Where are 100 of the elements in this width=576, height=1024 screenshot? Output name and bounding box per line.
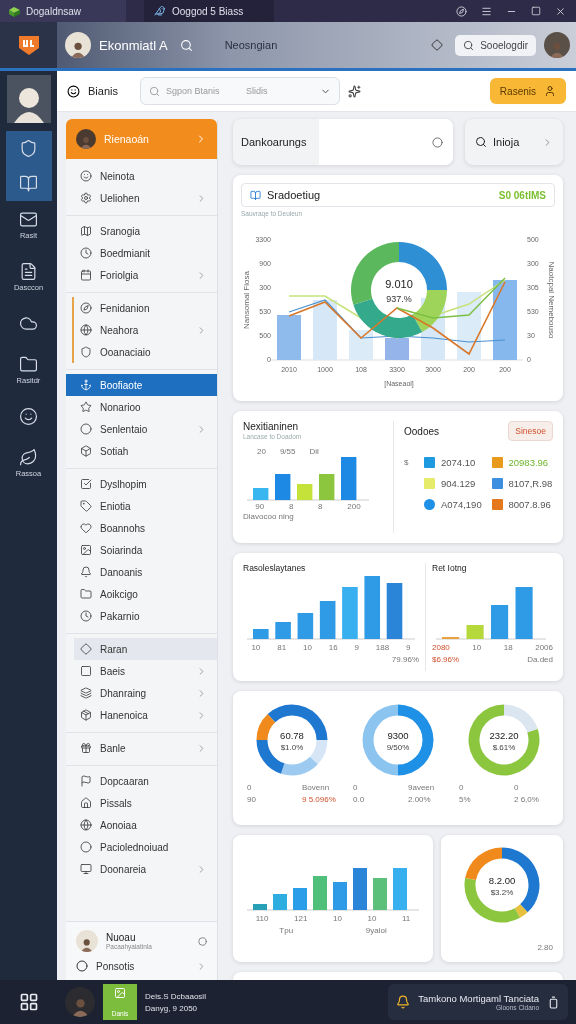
diamond-icon[interactable] xyxy=(431,39,444,51)
sidebar-item[interactable]: Ponsotis xyxy=(76,960,207,972)
axis-tick: 2006 xyxy=(535,643,553,652)
item-label: Danoanis xyxy=(100,566,144,578)
bar xyxy=(313,876,327,910)
axis-tick: 10 xyxy=(472,643,482,652)
layers-icon xyxy=(80,687,92,699)
legend-value: 904.129 xyxy=(441,478,476,489)
bar-label: Dil xyxy=(309,447,319,456)
sidebar-item[interactable]: Senlentaio xyxy=(74,418,217,440)
details-button[interactable]: Sinesoe xyxy=(508,421,553,441)
axis-tick: 188 xyxy=(375,643,390,652)
bar xyxy=(319,601,336,639)
bar xyxy=(333,882,347,910)
item-label: Fenidanion xyxy=(100,302,151,314)
grid-icon[interactable] xyxy=(18,992,39,1012)
sidebar-item[interactable]: Neinota xyxy=(74,165,217,187)
sidebar-item[interactable]: Dyslhopim xyxy=(74,473,217,495)
axis-tick: 110 xyxy=(255,914,269,923)
sidebar-item[interactable]: Sotiah xyxy=(74,440,217,462)
cube-icon xyxy=(8,5,21,17)
donut-value: 9.010 xyxy=(385,278,413,290)
sidebar-item[interactable]: Dhanraing xyxy=(74,682,217,704)
sidebar-item[interactable]: Ooanaciaio xyxy=(74,341,217,363)
sidebar-item[interactable]: Baeis xyxy=(74,660,217,682)
item-label: Aonoiaa xyxy=(100,819,138,831)
input-field[interactable] xyxy=(319,119,453,165)
gauge-figure: 0 xyxy=(459,783,465,792)
shield-icon xyxy=(80,346,92,358)
bell-icon xyxy=(80,566,92,578)
bell-icon[interactable] xyxy=(396,995,411,1009)
app-tab[interactable]: Dogaldnsaw xyxy=(0,0,126,22)
bar xyxy=(313,300,337,360)
rail-item[interactable] xyxy=(5,166,52,201)
action-button[interactable]: Rasenis xyxy=(489,78,566,104)
sidebar-item[interactable]: Paciolednoiuad xyxy=(74,836,217,858)
gear-icon xyxy=(80,192,92,204)
compass-icon[interactable] xyxy=(456,5,467,17)
sidebar-item[interactable]: Nonarioo xyxy=(74,396,217,418)
bird-icon xyxy=(154,5,166,17)
currency-symbol: $ xyxy=(404,458,410,467)
sidebar-item[interactable]: Raran xyxy=(74,638,217,660)
bar xyxy=(393,868,407,910)
sidebar-item[interactable]: Pakarnio xyxy=(74,605,217,627)
sidebar-item[interactable]: Dopcaaran xyxy=(74,770,217,792)
search-field[interactable]: Sgpon Btanis xyxy=(165,86,240,96)
search-button[interactable]: Sooelogdir xyxy=(455,34,536,56)
sidebar-item[interactable]: Doonareia xyxy=(74,858,217,880)
axis-tick: 18 xyxy=(503,643,513,652)
compass-icon xyxy=(80,302,92,314)
item-label: Neinota xyxy=(100,170,136,182)
sidebar-item[interactable]: Sranogia xyxy=(74,220,217,242)
rail-item[interactable] xyxy=(5,131,52,166)
search-link[interactable]: Inioja xyxy=(465,119,563,165)
axis-tick: 10 xyxy=(367,914,377,923)
sidebar-item[interactable]: Ueliohen xyxy=(74,187,217,209)
close-icon[interactable] xyxy=(555,5,566,17)
bar xyxy=(253,904,267,910)
sidebar-item[interactable]: Aoikcigo xyxy=(74,583,217,605)
maximize-icon[interactable] xyxy=(531,5,541,16)
axis-tick: 10 xyxy=(251,643,261,652)
input-card[interactable]: Dankoarungs xyxy=(233,119,453,165)
sidebar-item[interactable]: Aonoiaa xyxy=(74,814,217,836)
battery-icon xyxy=(547,995,560,1009)
gauge-figure: 0 xyxy=(514,783,520,792)
package-icon xyxy=(80,709,92,721)
shield-logo-icon xyxy=(16,34,41,56)
item-label: Dhanraing xyxy=(100,687,148,699)
status-label: S0 06tIMS xyxy=(498,189,546,201)
item-label: Eniotia xyxy=(100,500,132,512)
book-icon xyxy=(250,189,261,201)
chart-footer: 79.96% xyxy=(391,655,419,664)
sidebar-item[interactable]: Fenidanion xyxy=(74,297,217,319)
sidebar-item[interactable]: Soiarinda xyxy=(74,539,217,561)
sidebar-item[interactable]: Pissals xyxy=(74,792,217,814)
axis-tick: 90 xyxy=(255,502,265,511)
menu-icon[interactable] xyxy=(481,5,492,17)
item-label: Aoikcigo xyxy=(100,588,139,600)
donut-value: 9300 xyxy=(387,730,409,741)
item-label: Pakarnio xyxy=(100,610,141,622)
house-icon xyxy=(80,797,92,809)
sparkle-icon[interactable] xyxy=(347,84,361,98)
gauge-figure: 0.0 xyxy=(353,795,366,804)
gauge-figure: 9aveen xyxy=(408,783,436,792)
user-name: Nuoau xyxy=(106,932,137,943)
sidebar-item[interactable]: Boedmianit xyxy=(74,242,217,264)
window-tab[interactable]: Ooggod 5 Biass xyxy=(144,0,274,22)
sidebar-item[interactable]: Danoanis xyxy=(74,561,217,583)
sidebar-item[interactable]: Boofiaote xyxy=(66,374,217,396)
sidebar-item[interactable]: Eniotia xyxy=(74,495,217,517)
sidebar-item[interactable]: Neahora xyxy=(74,319,217,341)
sidebar-item[interactable]: Banle xyxy=(74,737,217,759)
bar xyxy=(466,625,484,639)
status-icon xyxy=(198,936,207,946)
sidebar-item[interactable]: Boannohs xyxy=(74,517,217,539)
sidebar-item[interactable]: Foriolgia xyxy=(74,264,217,286)
user-icon xyxy=(544,85,556,97)
search-icon[interactable] xyxy=(179,38,193,52)
sidebar-item[interactable]: Hanenoica xyxy=(74,704,217,726)
axis-tick: 11 xyxy=(401,914,411,923)
